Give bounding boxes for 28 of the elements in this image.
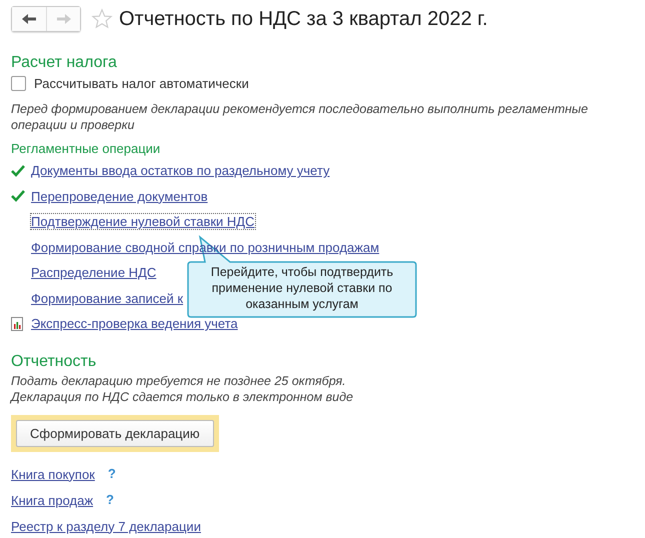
operation-link[interactable]: Документы ввода остатков по раздельному учету	[30, 162, 331, 180]
section-heading: Расчет налога	[11, 54, 118, 72]
generate-declaration-button[interactable]: Сформировать декларацию	[16, 420, 214, 446]
report-icon	[11, 316, 23, 331]
hint-text: Подать декларацию требуется не позднее 25 октября.	[11, 372, 347, 388]
operation-link[interactable]: Подтверждение нулевой ставки НДС	[30, 213, 256, 230]
operation-link[interactable]: Перепроведение документов	[30, 188, 209, 205]
operation-link[interactable]: Распределение НДС	[30, 264, 158, 282]
hint-text: Декларация по НДС сдается только в электронном виде	[11, 388, 354, 404]
right-arrow-icon	[56, 14, 70, 24]
subsection-heading: Регламентные операции	[11, 141, 162, 156]
section-heading: Отчетность	[11, 352, 98, 370]
left-arrow-icon	[22, 14, 36, 24]
report-link[interactable]: Реестр к разделу 7 декларации	[10, 518, 202, 538]
operation-link[interactable]: Экспресс-проверка ведения учета	[30, 315, 239, 332]
checkbox-row[interactable]: Рассчитывать налог автоматически	[11, 76, 634, 91]
report-link[interactable]: Книга продаж	[10, 492, 94, 518]
checkbox-label: Рассчитывать налог автоматически	[34, 76, 249, 91]
back-button[interactable]	[12, 7, 46, 31]
star-icon[interactable]	[91, 8, 113, 30]
hint-text: Перед формированием декларации рекомендуется последовательно выполнить регламентные операции и проверки	[11, 101, 589, 133]
window-title: Отчетность по НДС за 3 квартал 2022 г.	[119, 8, 488, 30]
checkmark-icon	[11, 190, 25, 202]
report-link[interactable]: Книга покупок	[10, 466, 96, 492]
checkmark-icon	[11, 164, 25, 177]
tooltip-text: Перейдите, чтобы подтвердить применение нулевой ставки по оказанным услугам	[210, 264, 394, 312]
checkbox[interactable]	[11, 76, 26, 91]
operation-link[interactable]: Формирование записей к	[30, 290, 184, 307]
